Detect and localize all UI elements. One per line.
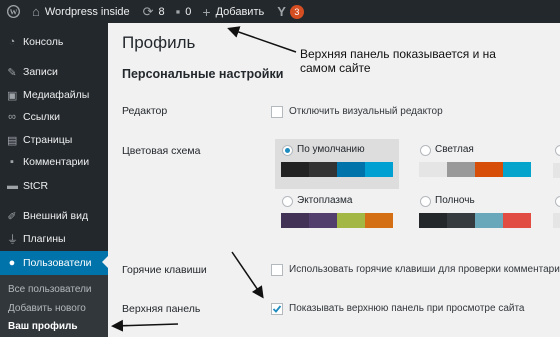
annotation-arrows (111, 26, 297, 332)
arrow-to-checkbox (231, 251, 264, 299)
arrow-to-profile (111, 319, 179, 332)
arrow-to-adminbar (227, 26, 297, 53)
